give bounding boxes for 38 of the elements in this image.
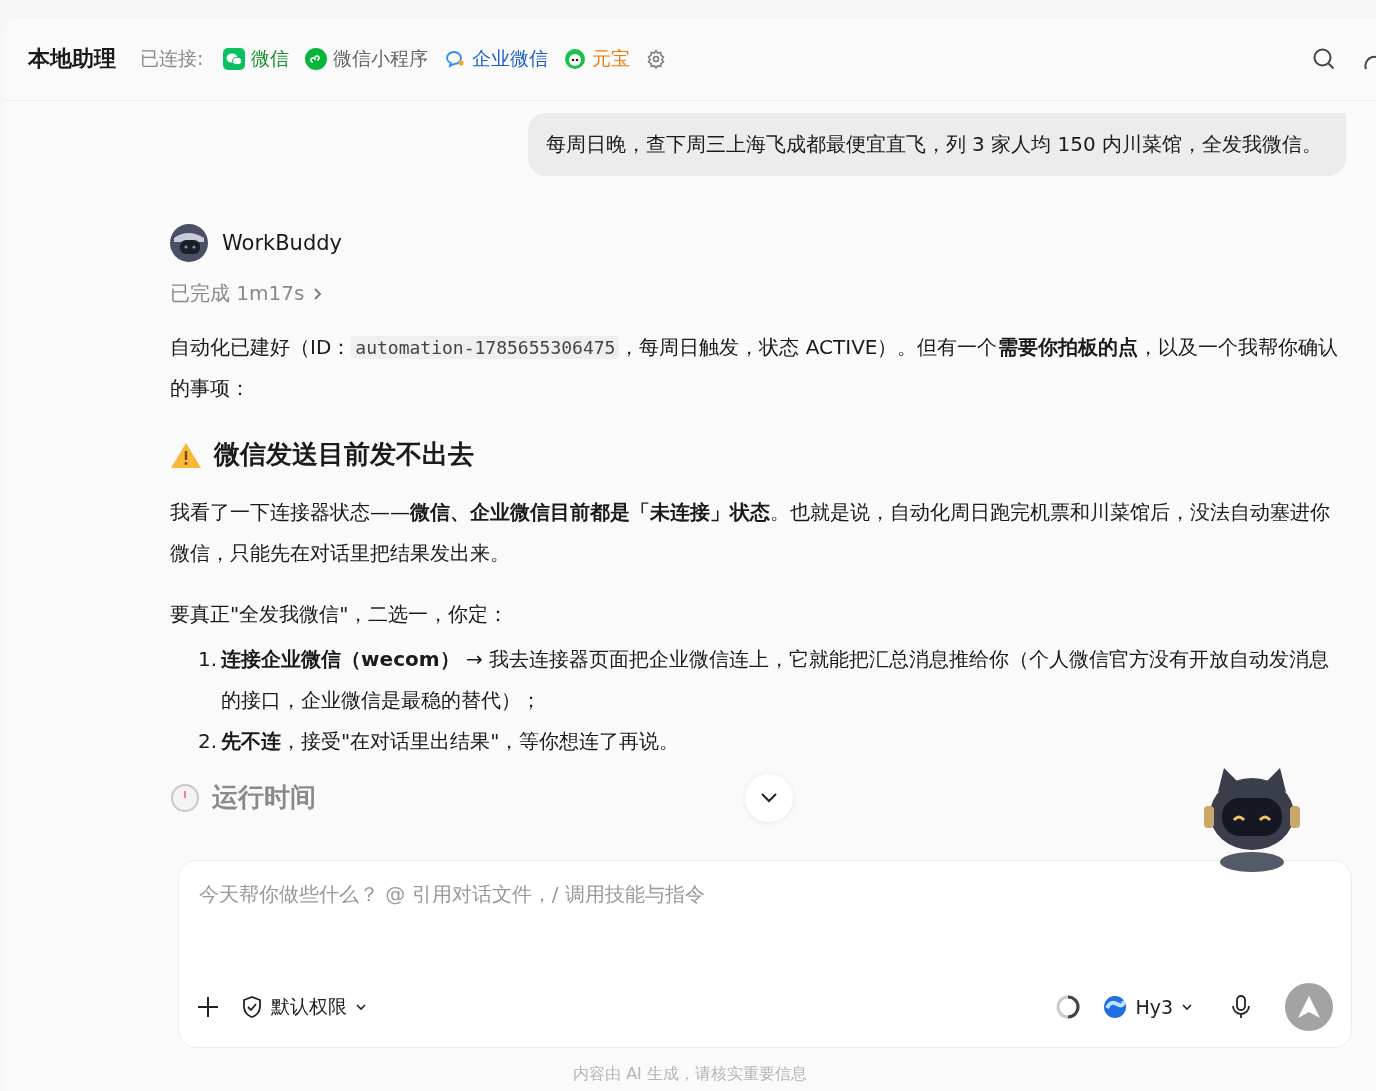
model-dropdown[interactable]: Hy3 xyxy=(1099,991,1197,1023)
list-number: 1. xyxy=(198,646,218,673)
arrow-up-icon xyxy=(1296,994,1322,1020)
smiley-circle-icon xyxy=(564,48,587,70)
connector-label[interactable]: 企业微信 xyxy=(472,46,549,72)
assistant-name: WorkBuddy xyxy=(222,231,342,255)
status-toggle[interactable]: 已完成 1m17s xyxy=(170,280,325,307)
shield-check-icon xyxy=(241,995,263,1019)
section-heading: 微信发送目前发不出去 xyxy=(214,438,474,471)
clock-icon xyxy=(170,782,200,813)
list-item-text: 先不连，接受"在对话里出结果"，等你想连了再说。 xyxy=(221,728,680,755)
code-snippet: automation-1785655306475 xyxy=(351,336,620,359)
search-icon[interactable] xyxy=(1312,47,1336,71)
chat-bubbles-icon xyxy=(223,48,246,70)
disclaimer-text: 内容由 AI 生成，请核实重要信息 xyxy=(572,1063,808,1085)
settings-icon[interactable] xyxy=(646,49,667,69)
connector-label[interactable]: 微信 xyxy=(251,46,290,72)
plus-icon[interactable] xyxy=(197,996,219,1018)
body-paragraph: 要真正"全发我微信"，二选一，你定： xyxy=(170,601,510,628)
message-input[interactable]: 今天帮你做些什么？ @ 引用对话文件，/ 调用技能与指令 xyxy=(197,881,1333,907)
list-number: 2. xyxy=(198,728,218,755)
list-item-text: 连接企业微信（wecom） → 我去连接器页面把企业微信连上，它就能把汇总消息推给你（个人微信官方没有开放自动发消息的接口，企业微信是最稳的替代）； xyxy=(221,646,1331,714)
chevron-down-icon xyxy=(355,1003,367,1011)
chevron-down-icon xyxy=(1181,1003,1193,1011)
intro-paragraph: 自动化已建好（ID： automation-1785655306475 ，每周日触发，状态 ACTIVE）。但有一个需要你拍板的点，以及一个我帮你确认的事项： xyxy=(170,334,1339,402)
body-paragraph: 我看了一下连接器状态——微信、企业微信目前都是「未连接」状态。也就是说，自动化周日跑完机票和川菜馆后，没法自动塞进你微信，只能先在对话里把结果发出来。 xyxy=(170,499,1331,567)
robot-avatar-icon xyxy=(170,224,208,262)
link-circle-icon xyxy=(305,48,328,70)
model-logo-icon xyxy=(1103,995,1128,1019)
chevron-down-icon xyxy=(759,792,779,804)
user-message: 每周日晚，查下周三上海飞成都最便宜直飞，列 3 家人均 150 内川菜馆，全发我微信。 xyxy=(527,113,1346,176)
permission-dropdown[interactable]: 默认权限 xyxy=(237,990,371,1024)
connector-label[interactable]: 微信小程序 xyxy=(333,46,429,72)
loading-spinner-icon xyxy=(1055,994,1082,1020)
app-title: 本地助理 xyxy=(28,45,116,73)
microphone-icon[interactable] xyxy=(1231,994,1251,1020)
connected-label: 已连接: xyxy=(140,46,204,71)
section-heading: 运行时间 xyxy=(212,781,316,814)
